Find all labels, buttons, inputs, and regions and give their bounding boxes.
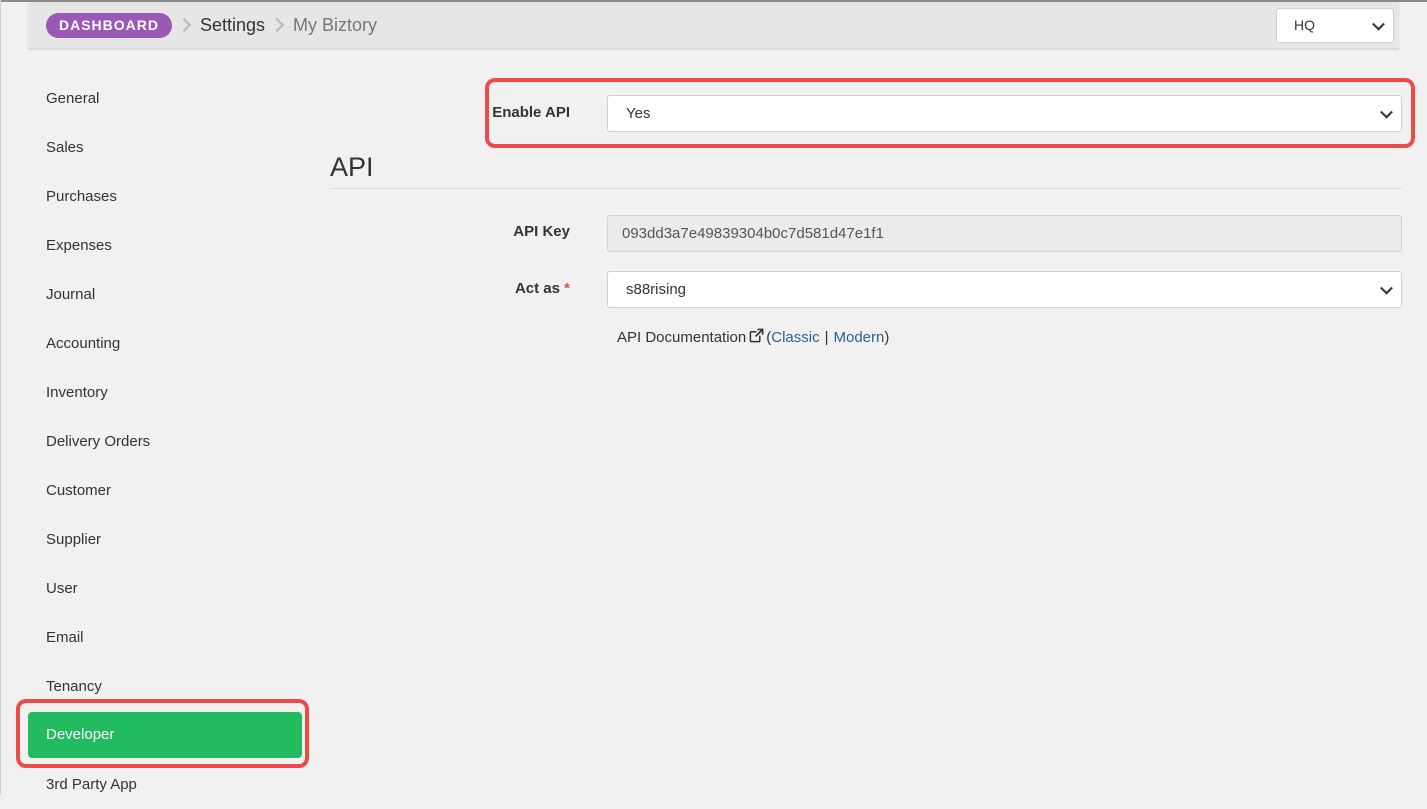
api-key-label: API Key xyxy=(513,223,570,240)
api-key-value: 093dd3a7e49839304b0c7d581d47e1f1 xyxy=(622,225,884,242)
chevron-right-icon xyxy=(176,17,192,33)
sidebar-item-delivery-orders[interactable]: Delivery Orders xyxy=(28,417,302,466)
section-divider xyxy=(330,188,1402,189)
sidebar-item-customer[interactable]: Customer xyxy=(28,466,302,515)
doc-classic-link[interactable]: Classic xyxy=(771,329,819,346)
sidebar-item-user[interactable]: User xyxy=(28,564,302,613)
required-asterisk: * xyxy=(564,280,570,297)
act-as-label: Act as * xyxy=(470,280,570,297)
sidebar-item-accounting[interactable]: Accounting xyxy=(28,319,302,368)
sidebar-item-sales[interactable]: Sales xyxy=(28,123,302,172)
act-as-label-text: Act as xyxy=(514,280,560,297)
breadcrumb-settings-link[interactable]: Settings xyxy=(200,15,265,36)
chevron-right-icon xyxy=(269,17,285,33)
branch-select-value: HQ xyxy=(1294,17,1315,33)
sidebar-item-purchases[interactable]: Purchases xyxy=(28,172,302,221)
enable-api-select-value: Yes xyxy=(626,105,651,122)
sidebar-item-general[interactable]: General xyxy=(28,74,302,123)
sidebar-item-3rd-party-app[interactable]: 3rd Party App xyxy=(28,760,302,809)
sidebar-item-developer[interactable]: Developer xyxy=(28,712,302,758)
act-as-select-value: s88rising xyxy=(626,281,687,298)
chevron-down-icon xyxy=(1380,281,1393,295)
breadcrumb-dashboard-link[interactable]: DASHBOARD xyxy=(46,12,172,38)
sidebar-item-email[interactable]: Email xyxy=(28,613,302,662)
chevron-down-icon xyxy=(1380,105,1393,119)
doc-modern-link[interactable]: Modern xyxy=(834,329,885,346)
breadcrumb-current: My Biztory xyxy=(293,14,378,35)
doc-close-paren: ) xyxy=(884,329,890,346)
window-left-border xyxy=(0,0,1,795)
chevron-down-icon xyxy=(1372,17,1385,31)
act-as-select[interactable]: s88rising xyxy=(607,271,1402,308)
sidebar-item-expenses[interactable]: Expenses xyxy=(28,221,302,270)
sidebar-item-supplier[interactable]: Supplier xyxy=(28,515,302,564)
sidebar-item-journal[interactable]: Journal xyxy=(28,270,302,319)
doc-separator: | xyxy=(824,329,829,346)
top-bar: DASHBOARD Settings My Biztory HQ xyxy=(28,2,1399,49)
sidebar-item-inventory[interactable]: Inventory xyxy=(28,368,302,417)
sidebar-item-tenancy[interactable]: Tenancy xyxy=(28,662,302,711)
api-section-title: API xyxy=(330,152,374,182)
external-link-icon[interactable] xyxy=(749,328,764,347)
enable-api-select[interactable]: Yes xyxy=(607,95,1402,132)
api-documentation-line: API Documentation ( Classic | Modern ) xyxy=(617,328,889,347)
api-documentation-label: API Documentation xyxy=(617,329,747,346)
api-key-field[interactable]: 093dd3a7e49839304b0c7d581d47e1f1 xyxy=(607,215,1402,252)
branch-select[interactable]: HQ xyxy=(1276,8,1394,43)
enable-api-label: Enable API xyxy=(492,104,570,121)
breadcrumb: DASHBOARD Settings My Biztory xyxy=(46,12,377,38)
settings-sidebar: General Sales Purchases Expenses Journal… xyxy=(28,74,302,809)
